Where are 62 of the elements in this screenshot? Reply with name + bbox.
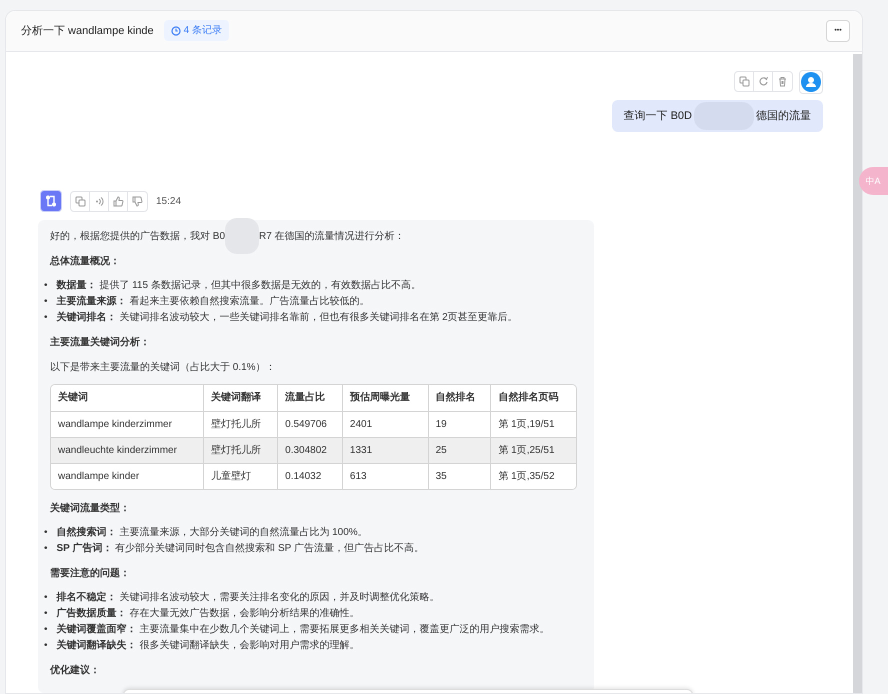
user-avatar bbox=[799, 70, 823, 94]
section-heading: 总体流量概况： bbox=[50, 254, 121, 269]
message-time: 15:24 bbox=[156, 194, 182, 208]
message-text: 查询一下 B0D bbox=[624, 108, 692, 124]
section-heading: 优化建议： bbox=[50, 664, 101, 678]
records-badge[interactable]: 4 条记录 bbox=[164, 20, 230, 42]
table-cell: 0.14032 bbox=[278, 463, 342, 489]
paragraph-text: 以下是带来主要流量的关键词（占比大于 0.1%）： bbox=[50, 360, 277, 375]
table-cell: 第 1页,35/52 bbox=[490, 463, 576, 489]
column-header: 流量占比 bbox=[278, 385, 342, 411]
bullet-text: 主要流量来源： 看起来主要依赖自然搜索流量。广告流量占比较低的。 bbox=[56, 294, 370, 309]
table-cell: 第 1页,25/51 bbox=[490, 437, 576, 463]
records-count: 4 条记录 bbox=[184, 24, 222, 38]
bullet-text: 关键词覆盖面窄： 主要流量集中在少数几个关键词上，需要拓展更多相关关键词，覆盖更广泛的用户搜索需求。 bbox=[56, 622, 550, 637]
section-heading: 关键词流量类型： bbox=[50, 501, 131, 516]
table-cell: 壁灯托儿所 bbox=[203, 437, 278, 463]
redaction-blur bbox=[694, 102, 754, 130]
table-cell: 2401 bbox=[342, 411, 428, 437]
bullet-marker: • bbox=[44, 623, 48, 637]
column-header: 自然排名 bbox=[428, 385, 491, 411]
table-cell: 25 bbox=[428, 437, 491, 463]
table-cell: 19 bbox=[428, 411, 491, 437]
section-heading: 主要流量关键词分析： bbox=[50, 335, 151, 350]
table-cell: 0.304802 bbox=[278, 437, 342, 463]
column-header: 关键词翻译 bbox=[203, 385, 278, 411]
bullet-text: 数据量： 提供了 115 条数据记录，但其中很多数据是无效的，有效数据占比不高。 bbox=[56, 278, 421, 293]
bullet-marker: • bbox=[44, 279, 48, 293]
bullet-text: 排名不稳定： 关键词排名波动较大，需要关注排名变化的原因，并及时调整优化策略。 bbox=[56, 590, 440, 605]
bullet-marker: • bbox=[44, 526, 48, 540]
table-cell: 0.549706 bbox=[278, 411, 342, 437]
bullet-text: 关键词翻译缺失： 很多关键词翻译缺失，会影响对用户需求的理解。 bbox=[56, 638, 360, 653]
column-header: 关键词 bbox=[51, 385, 204, 411]
bullet-text: 自然搜索词： 主要流量来源，大部分关键词的自然流量占比为 100%。 bbox=[56, 526, 368, 540]
scrollbar[interactable] bbox=[853, 54, 862, 693]
conversation-title: 分析一下 wandlampe kinde bbox=[21, 24, 154, 38]
column-header: 自然排名页码 bbox=[490, 385, 576, 411]
bullet-marker: • bbox=[44, 591, 48, 605]
table-cell: 壁灯托儿所 bbox=[203, 411, 278, 437]
table-cell: wandleuchte kinderzimmer bbox=[51, 437, 204, 463]
redaction-blur bbox=[225, 218, 260, 254]
table-cell: 613 bbox=[342, 463, 428, 489]
intro-text: R7 在德国的流量情况进行分析： bbox=[259, 231, 405, 242]
bullet-marker: • bbox=[44, 295, 48, 309]
bullet-text: 广告数据质量： 存在大量无效广告数据，会影响分析结果的准确性。 bbox=[56, 606, 360, 621]
table-cell: 第 1页,19/51 bbox=[490, 411, 576, 437]
table-cell: 1331 bbox=[342, 437, 428, 463]
table-cell: wandlampe kinder bbox=[51, 463, 204, 489]
clock-icon bbox=[170, 26, 181, 36]
bullet-marker: • bbox=[44, 607, 48, 621]
bullet-marker: • bbox=[44, 311, 48, 325]
table-cell: 35 bbox=[428, 463, 491, 489]
message-text: 德国的流量 bbox=[756, 108, 811, 124]
column-header: 预估周曝光量 bbox=[342, 385, 428, 411]
section-heading: 需要注意的问题： bbox=[50, 566, 131, 581]
table-cell: wandlampe kinderzimmer bbox=[51, 411, 204, 437]
table-cell: 儿童壁灯 bbox=[203, 463, 278, 489]
bullet-marker: • bbox=[44, 542, 48, 556]
bullet-text: SP 广告词： 有少部分关键词同时包含自然搜索和 SP 广告流量，但广告占比不高。 bbox=[56, 541, 424, 556]
assistant-avatar bbox=[40, 190, 62, 212]
bullet-text: 关键词排名： 关键词排名波动较大，一些关键词排名靠前，但也有很多关键词排名在第 2页甚至更靠后。 bbox=[56, 310, 518, 325]
intro-text: 好的，根据您提供的广告数据，我对 B0 bbox=[50, 231, 226, 242]
bullet-marker: • bbox=[44, 639, 48, 653]
